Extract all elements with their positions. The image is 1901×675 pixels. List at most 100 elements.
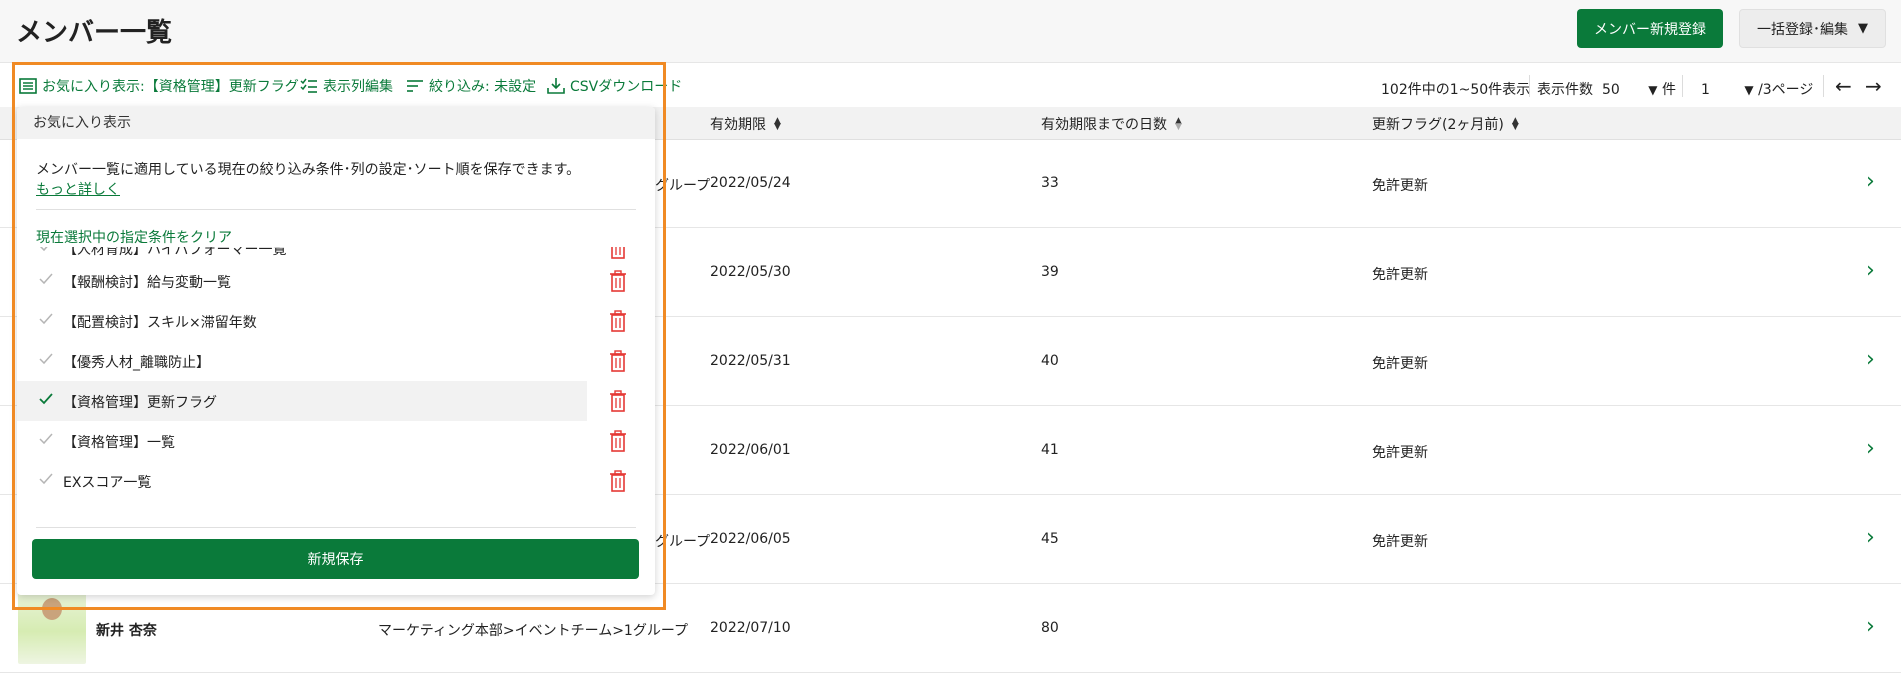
renewal-flag-cell: 免許更新 xyxy=(1372,267,1428,283)
toolbar-divider xyxy=(1529,75,1530,97)
favorite-item-label: 【優秀人材_離職防止】 xyxy=(63,355,210,371)
renewal-flag-cell: 免許更新 xyxy=(1372,356,1428,372)
trash-icon[interactable] xyxy=(609,247,627,259)
bulk-edit-button[interactable]: 一括登録･編集 ▼ xyxy=(1739,9,1886,48)
new-member-button[interactable]: メンバー新規登録 xyxy=(1577,9,1723,48)
favorite-item-label: 【人材育成】ハイパフォーマー一覧 xyxy=(63,247,287,258)
toolbar: お気に入り表示:【資格管理】更新フラグ 表示列編集 絞り込み: 未設定 CSVダ… xyxy=(0,63,1901,107)
edit-columns-label: 表示列編集 xyxy=(323,79,393,95)
favorite-view-button[interactable]: お気に入り表示:【資格管理】更新フラグ xyxy=(19,75,299,97)
edit-columns-button[interactable]: 表示列編集 xyxy=(300,75,393,97)
favorite-item-label: 【資格管理】一覧 xyxy=(63,435,175,451)
trash-icon[interactable] xyxy=(609,310,627,332)
trash-icon[interactable] xyxy=(609,430,627,452)
trash-icon[interactable] xyxy=(609,390,627,412)
bulk-edit-label: 一括登録･編集 xyxy=(1757,21,1848,38)
days-left-cell: 40 xyxy=(1041,353,1059,369)
department-cell: グループ xyxy=(655,534,711,550)
divider xyxy=(36,527,636,528)
trash-icon[interactable] xyxy=(609,270,627,292)
result-count: 102件中の1~50件表示 xyxy=(1381,82,1531,98)
column-label: 有効期限 xyxy=(710,117,766,133)
trash-icon[interactable] xyxy=(609,470,627,492)
check-icon xyxy=(39,247,48,252)
days-left-cell: 39 xyxy=(1041,264,1059,280)
caret-down-icon: ▼ xyxy=(1744,83,1754,97)
chevron-right-icon[interactable]: › xyxy=(1866,169,1875,194)
favorite-item-label: 【資格管理】更新フラグ xyxy=(63,395,217,411)
favorite-item[interactable]: 【資格管理】一覧 xyxy=(17,421,626,461)
clear-conditions-link[interactable]: 現在選択中の指定条件をクリア xyxy=(36,227,232,247)
filter-label: 絞り込み: 未設定 xyxy=(429,79,537,95)
page-total: /3ページ xyxy=(1758,82,1814,98)
expiry-cell: 2022/05/30 xyxy=(710,264,791,280)
page-title: メンバー一覧 xyxy=(16,18,173,48)
check-icon xyxy=(39,353,53,365)
expiry-cell: 2022/06/05 xyxy=(710,531,791,547)
page-value: 1 xyxy=(1701,82,1710,98)
column-label: 有効期限までの日数 xyxy=(1041,117,1167,133)
member-name: 新井 杏奈 xyxy=(96,623,157,639)
per-page-unit: 件 xyxy=(1661,82,1676,98)
check-icon xyxy=(39,313,53,325)
csv-download-label: CSVダウンロード xyxy=(570,79,683,95)
favorite-item[interactable]: 【優秀人材_離職防止】 xyxy=(17,341,626,381)
days-left-cell: 80 xyxy=(1041,620,1059,636)
sort-icon: ▲ ▼ xyxy=(1175,116,1182,132)
chevron-right-icon[interactable]: › xyxy=(1866,525,1875,550)
per-page-label: 表示件数 xyxy=(1537,82,1593,98)
filter-button[interactable]: 絞り込み: 未設定 xyxy=(406,75,536,97)
column-header-days-left[interactable]: 有効期限までの日数 ▲ ▼ xyxy=(1041,114,1182,134)
renewal-flag-cell: 免許更新 xyxy=(1372,445,1428,461)
favorite-item-label: EXスコア一覧 xyxy=(63,475,152,491)
table-row[interactable]: 新井 杏奈 マーケティング本部>イベントチーム>1グループ 2022/07/10… xyxy=(0,584,1901,673)
list-icon xyxy=(19,78,37,94)
filter-icon xyxy=(407,80,423,92)
expiry-cell: 2022/05/24 xyxy=(710,175,791,191)
favorite-view-label: お気に入り表示:【資格管理】更新フラグ xyxy=(42,79,299,95)
sort-icon: ▲ ▼ xyxy=(774,116,781,132)
learn-more-link[interactable]: もっと詳しく xyxy=(36,179,120,199)
prev-page-arrow-icon[interactable]: ← xyxy=(1835,74,1852,98)
csv-download-button[interactable]: CSVダウンロード xyxy=(547,75,682,97)
page-select[interactable]: 1 ▼ /3ページ xyxy=(1701,79,1813,99)
toolbar-divider xyxy=(1823,75,1824,97)
toolbar-divider xyxy=(1682,75,1683,97)
per-page-value: 50 xyxy=(1602,82,1620,98)
avatar-head xyxy=(42,598,62,620)
column-header-expiry[interactable]: 有効期限 ▲ ▼ xyxy=(710,114,781,134)
expiry-cell: 2022/05/31 xyxy=(710,353,791,369)
chevron-right-icon[interactable]: › xyxy=(1866,258,1875,283)
chevron-right-icon[interactable]: › xyxy=(1866,614,1875,639)
favorite-item-selected[interactable]: 【資格管理】更新フラグ xyxy=(17,381,626,421)
dropdown-title: お気に入り表示 xyxy=(17,107,655,139)
sort-icon: ▲ ▼ xyxy=(1511,116,1519,132)
trash-icon[interactable] xyxy=(609,350,627,372)
chevron-right-icon[interactable]: › xyxy=(1866,347,1875,372)
favorite-list[interactable]: 【人材育成】ハイパフォーマー一覧 【報酬検討】給与変動一覧 【配置検討】スキル×… xyxy=(17,247,655,555)
chevron-right-icon[interactable]: › xyxy=(1866,436,1875,461)
favorite-item[interactable]: 【配置検討】スキル×滞留年数 xyxy=(17,301,626,341)
department-cell: マーケティング本部>イベントチーム>1グループ xyxy=(378,623,688,639)
save-new-button[interactable]: 新規保存 xyxy=(32,539,639,579)
per-page-select[interactable]: 50 ▼ 件 xyxy=(1602,79,1676,99)
dropdown-description: メンバー一覧に適用している現在の絞り込み条件･列の設定･ソート順を保存できます。 xyxy=(36,162,581,178)
renewal-flag-cell: 免許更新 xyxy=(1372,534,1428,550)
favorite-view-dropdown: お気に入り表示 メンバー一覧に適用している現在の絞り込み条件･列の設定･ソート順… xyxy=(17,107,655,595)
days-left-cell: 45 xyxy=(1041,531,1059,547)
page-header: メンバー一覧 メンバー新規登録 一括登録･編集 ▼ xyxy=(0,0,1901,63)
favorite-item-label: 【配置検討】スキル×滞留年数 xyxy=(63,315,257,331)
favorite-item[interactable]: EXスコア一覧 xyxy=(17,461,626,501)
check-icon xyxy=(39,433,53,445)
column-label: 更新フラグ(2ヶ月前) xyxy=(1372,117,1504,133)
next-page-arrow-icon[interactable]: → xyxy=(1865,74,1882,98)
expiry-cell: 2022/06/01 xyxy=(710,442,791,458)
checklist-icon xyxy=(300,78,317,93)
download-icon xyxy=(547,78,565,94)
favorite-item-label: 【報酬検討】給与変動一覧 xyxy=(63,275,231,291)
column-header-renewal-flag[interactable]: 更新フラグ(2ヶ月前) ▲ ▼ xyxy=(1372,114,1519,134)
divider xyxy=(36,209,636,210)
check-icon xyxy=(39,273,53,285)
favorite-item[interactable]: 【報酬検討】給与変動一覧 xyxy=(17,261,626,301)
renewal-flag-cell: 免許更新 xyxy=(1372,178,1428,194)
